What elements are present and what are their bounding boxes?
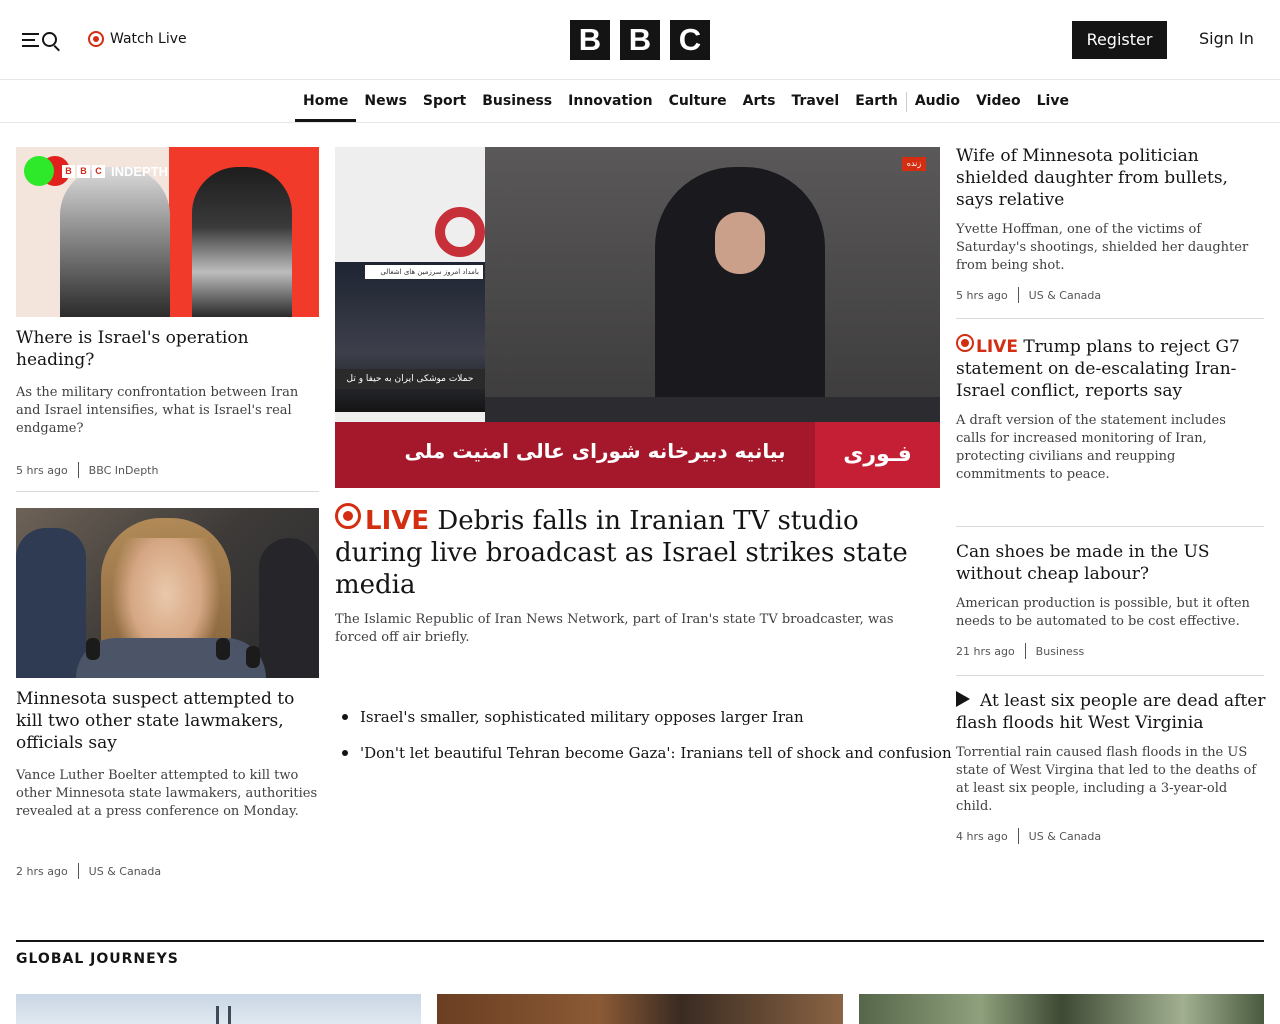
- section-link[interactable]: BBC InDepth: [89, 464, 159, 477]
- presenter: [655, 167, 825, 422]
- story-image-minnesota[interactable]: [16, 508, 319, 678]
- right-story-1: Wife of Minnesota politician shielded da…: [956, 145, 1266, 303]
- logo-letter-b1: B: [570, 20, 610, 60]
- nav-home[interactable]: Home: [295, 81, 357, 122]
- portrait-left: [60, 167, 170, 317]
- story-headline-minnesota-wife[interactable]: Wife of Minnesota politician shielded da…: [956, 145, 1266, 211]
- indepth-badge: B B C INDEPTH: [24, 155, 204, 187]
- story-meta: 2 hrs ago US & Canada: [16, 863, 161, 879]
- story-summary: Torrential rain caused flash floods in t…: [956, 745, 1257, 814]
- nav-travel[interactable]: Travel: [783, 81, 847, 122]
- microphone-icon: [86, 638, 100, 660]
- microphone-icon: [216, 638, 230, 660]
- nav-news[interactable]: News: [356, 81, 414, 122]
- hero-summary: The Islamic Republic of Iran News Networ…: [335, 612, 894, 645]
- tv-live-tag: زنده: [902, 157, 926, 171]
- target-logo: [435, 207, 485, 257]
- nav-audio[interactable]: Audio: [907, 81, 968, 122]
- story-meta: 4 hrs ago US & Canada: [956, 828, 1266, 844]
- story-headline-floods[interactable]: At least six people are dead after flash…: [956, 690, 1266, 734]
- nav-culture[interactable]: Culture: [661, 81, 735, 122]
- global-journeys-image-3[interactable]: [859, 994, 1264, 1024]
- right-story-4: At least six people are dead after flash…: [956, 690, 1266, 844]
- story-time: 21 hrs ago: [956, 644, 1015, 658]
- nav-business[interactable]: Business: [474, 81, 560, 122]
- divider: [956, 526, 1264, 527]
- story-summary: American production is possible, but it …: [956, 596, 1250, 629]
- story-meta: 5 hrs ago US & Canada: [956, 287, 1266, 303]
- nav-innovation[interactable]: Innovation: [560, 81, 660, 122]
- section-link[interactable]: US & Canada: [89, 865, 161, 878]
- story-time: 2 hrs ago: [16, 864, 68, 878]
- live-icon: [956, 334, 974, 352]
- section-link[interactable]: US & Canada: [1029, 830, 1101, 843]
- register-button[interactable]: Register: [1072, 21, 1167, 59]
- logo-letter-b2: B: [620, 20, 660, 60]
- related-links: Israel's smaller, sophisticated military…: [342, 706, 952, 778]
- city-caption: حملات موشکی ایران به حیفا و تل: [335, 369, 485, 389]
- watch-live-label: Watch Live: [110, 31, 187, 47]
- story-summary: A draft version of the statement include…: [956, 413, 1226, 482]
- story-summary-israel-operation: As the military confrontation between Ir…: [16, 385, 299, 436]
- watch-live-link[interactable]: Watch Live: [88, 29, 187, 49]
- nav-video[interactable]: Video: [968, 81, 1029, 122]
- story-summary: Yvette Hoffman, one of the victims of Sa…: [956, 222, 1249, 273]
- story-headline-minnesota-suspect[interactable]: Minnesota suspect attempted to kill two …: [16, 688, 316, 754]
- nav-earth[interactable]: Earth: [847, 81, 906, 122]
- city-strip-caption: بامداد امروز سرزمین های اشغالی: [365, 265, 483, 279]
- top-header: Watch Live B B C Register Sign In: [0, 0, 1280, 80]
- main-nav: Home News Sport Business Innovation Cult…: [0, 81, 1280, 123]
- nav-live[interactable]: Live: [1029, 81, 1077, 122]
- lower-third-text: بیانیه دبیرخانه شورای عالی امنیت ملی: [404, 439, 786, 463]
- nav-arts[interactable]: Arts: [735, 81, 784, 122]
- section-title-global-journeys[interactable]: GLOBAL JOURNEYS: [16, 951, 179, 967]
- live-icon: [335, 503, 361, 529]
- hero-headline[interactable]: LIVE Debris falls in Iranian TV studio d…: [335, 503, 935, 601]
- bbc-logo[interactable]: B B C: [570, 20, 710, 60]
- story-summary-minnesota-suspect: Vance Luther Boelter attempted to kill t…: [16, 768, 318, 819]
- story-time: 4 hrs ago: [956, 829, 1008, 843]
- story-image-indepth[interactable]: B B C INDEPTH: [16, 147, 319, 317]
- global-journeys-image-2[interactable]: [437, 994, 843, 1024]
- section-link[interactable]: US & Canada: [1029, 289, 1101, 302]
- right-story-3: Can shoes be made in the US without chea…: [956, 541, 1266, 659]
- story-time: 5 hrs ago: [956, 288, 1008, 302]
- urgent-brand: فـوری: [815, 422, 940, 488]
- story-meta: 21 hrs ago Business: [956, 643, 1266, 659]
- divider: [956, 318, 1264, 319]
- live-label: LIVE: [365, 506, 430, 536]
- story-headline-trump-g7[interactable]: LIVE Trump plans to reject G7 statement …: [956, 334, 1266, 402]
- related-link[interactable]: Israel's smaller, sophisticated military…: [342, 706, 942, 742]
- nav-sport[interactable]: Sport: [415, 81, 474, 122]
- search-icon: [42, 32, 57, 47]
- story-headline-israel-operation[interactable]: Where is Israel's operation heading?: [16, 327, 316, 371]
- section-link[interactable]: Business: [1036, 645, 1085, 658]
- global-journeys-image-1[interactable]: [16, 994, 421, 1024]
- right-story-2: LIVE Trump plans to reject G7 statement …: [956, 334, 1266, 484]
- portrait-right: [192, 167, 292, 317]
- microphone-icon: [246, 646, 260, 668]
- logo-letter-c: C: [670, 20, 710, 60]
- divider: [16, 491, 319, 492]
- related-link[interactable]: 'Don't let beautiful Tehran become Gaza'…: [342, 742, 952, 778]
- menu-search-button[interactable]: [20, 27, 62, 53]
- story-headline-shoes[interactable]: Can shoes be made in the US without chea…: [956, 541, 1266, 585]
- play-icon: [956, 691, 970, 707]
- section-rule: [16, 940, 1264, 942]
- story-meta: 5 hrs ago BBC InDepth: [16, 462, 158, 478]
- divider: [956, 675, 1264, 676]
- story-time: 5 hrs ago: [16, 463, 68, 477]
- hero-image-iranian-tv[interactable]: بامداد امروز سرزمین های اشغالی حملات موش…: [335, 147, 940, 488]
- live-label: LIVE: [976, 337, 1018, 357]
- sign-in-button[interactable]: Sign In: [1199, 29, 1254, 48]
- live-icon: [88, 31, 104, 47]
